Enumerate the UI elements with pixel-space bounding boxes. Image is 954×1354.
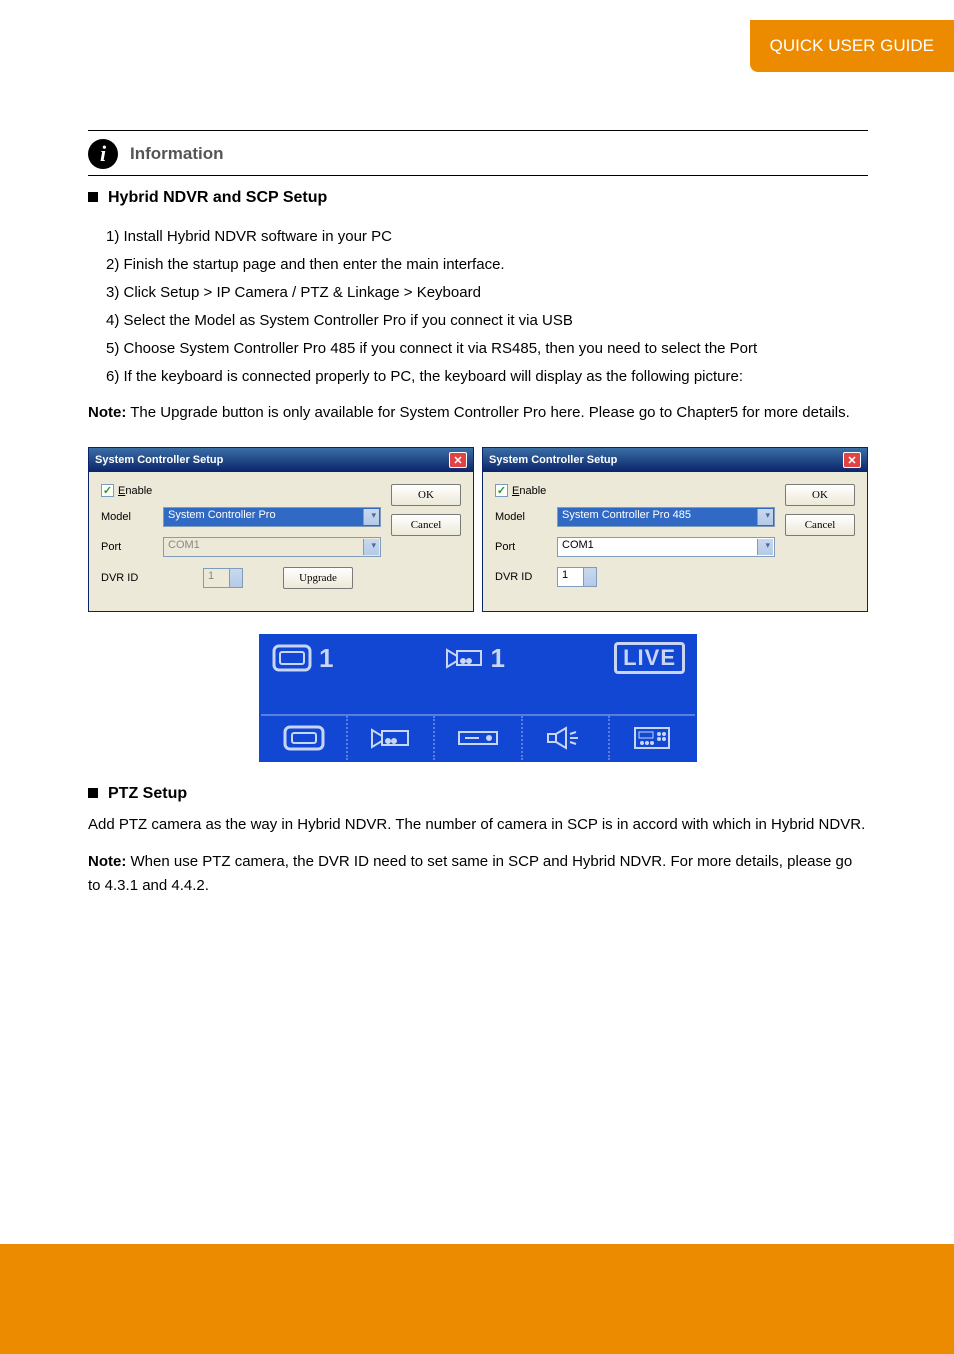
dialog-screenshots: System Controller Setup ✕ ✓ Enable Model… [88,447,868,612]
dvrid-spinner: 1 [203,568,243,588]
dialog-title-text: System Controller Setup [95,454,223,466]
step-2: 2) Finish the startup page and then ente… [106,253,868,277]
section-2-heading: PTZ Setup [88,784,868,803]
live-badge: LIVE [614,642,685,674]
section-2-body: Add PTZ camera as the way in Hybrid NDVR… [88,813,868,897]
dialog-left: System Controller Setup ✕ ✓ Enable Model… [88,447,474,612]
enable-field[interactable]: ✓ Enable [101,484,381,497]
upgrade-button[interactable]: Upgrade [283,567,353,589]
port-label: Port [101,541,163,553]
note-body: The Upgrade button is only available for… [130,404,850,421]
cancel-button[interactable]: Cancel [785,514,855,536]
camera-icon [443,643,485,673]
cancel-button[interactable]: Cancel [391,514,461,536]
section-1-note: Note: The Upgrade button is only availab… [88,401,868,425]
model-select[interactable]: System Controller Pro [163,507,381,527]
port-select: COM1 [163,537,381,557]
step-1: 1) Install Hybrid NDVR software in your … [106,225,868,249]
camera-icon [368,724,414,752]
dvrid-spinner[interactable]: 1 [557,567,597,587]
port-label: Port [495,541,557,553]
mid-rule [88,175,868,176]
enable-label-first: E [512,485,519,497]
info-heading: i Information [88,131,868,169]
dialog-titlebar: System Controller Setup ✕ [89,448,473,472]
section-1-heading: Hybrid NDVR and SCP Setup [88,188,868,207]
info-icon: i [88,139,118,169]
monitor-number: 1 [319,643,333,674]
model-label: Model [101,511,163,523]
close-icon[interactable]: ✕ [843,452,861,468]
dvrid-label: DVR ID [495,571,557,583]
enable-label-rest: nable [125,485,152,497]
step-5: 5) Choose System Controller Pro 485 if y… [106,337,868,361]
dvr-icon [455,724,501,752]
bullet-icon [88,192,98,202]
dialog-titlebar: System Controller Setup ✕ [483,448,867,472]
section-1-steps: 1) Install Hybrid NDVR software in your … [88,225,868,389]
note-prefix: Note: [88,404,126,421]
keyboard-lcd: 1 1 LIVE [259,634,697,762]
page-content: i Information Hybrid NDVR and SCP Setup … [88,130,868,903]
step-3: 3) Click Setup > IP Camera / PTZ & Linka… [106,281,868,305]
section-1-title: Hybrid NDVR and SCP Setup [108,189,327,207]
bullet-icon [88,788,98,798]
dvrid-label: DVR ID [101,572,163,584]
monitor-icon [281,724,327,752]
checkbox-icon[interactable]: ✓ [101,484,114,497]
checkbox-icon[interactable]: ✓ [495,484,508,497]
step-6: 6) If the keyboard is connected properly… [106,365,868,389]
note-prefix-2: Note: [88,853,126,870]
close-icon[interactable]: ✕ [449,452,467,468]
dialog-right: System Controller Setup ✕ ✓ Enable Model… [482,447,868,612]
enable-label-rest: nable [519,485,546,497]
keypad-icon [629,724,675,752]
dialog-title-text: System Controller Setup [489,454,617,466]
speaker-icon [542,724,588,752]
footer-bar [0,1244,954,1354]
monitor-icon [271,643,313,673]
port-select[interactable]: COM1 [557,537,775,557]
enable-field[interactable]: ✓ Enable [495,484,775,497]
section-2-p1: Add PTZ camera as the way in Hybrid NDVR… [88,813,868,836]
section-2-p2: When use PTZ camera, the DVR ID need to … [88,853,852,893]
section-2-title: PTZ Setup [108,785,187,803]
header-tab: QUICK USER GUIDE [750,20,954,72]
ok-button[interactable]: OK [785,484,855,506]
ok-button[interactable]: OK [391,484,461,506]
enable-label-first: E [118,485,125,497]
camera-number: 1 [491,643,505,674]
model-select[interactable]: System Controller Pro 485 [557,507,775,527]
info-label: Information [130,144,224,164]
model-label: Model [495,511,557,523]
step-4: 4) Select the Model as System Controller… [106,309,868,333]
